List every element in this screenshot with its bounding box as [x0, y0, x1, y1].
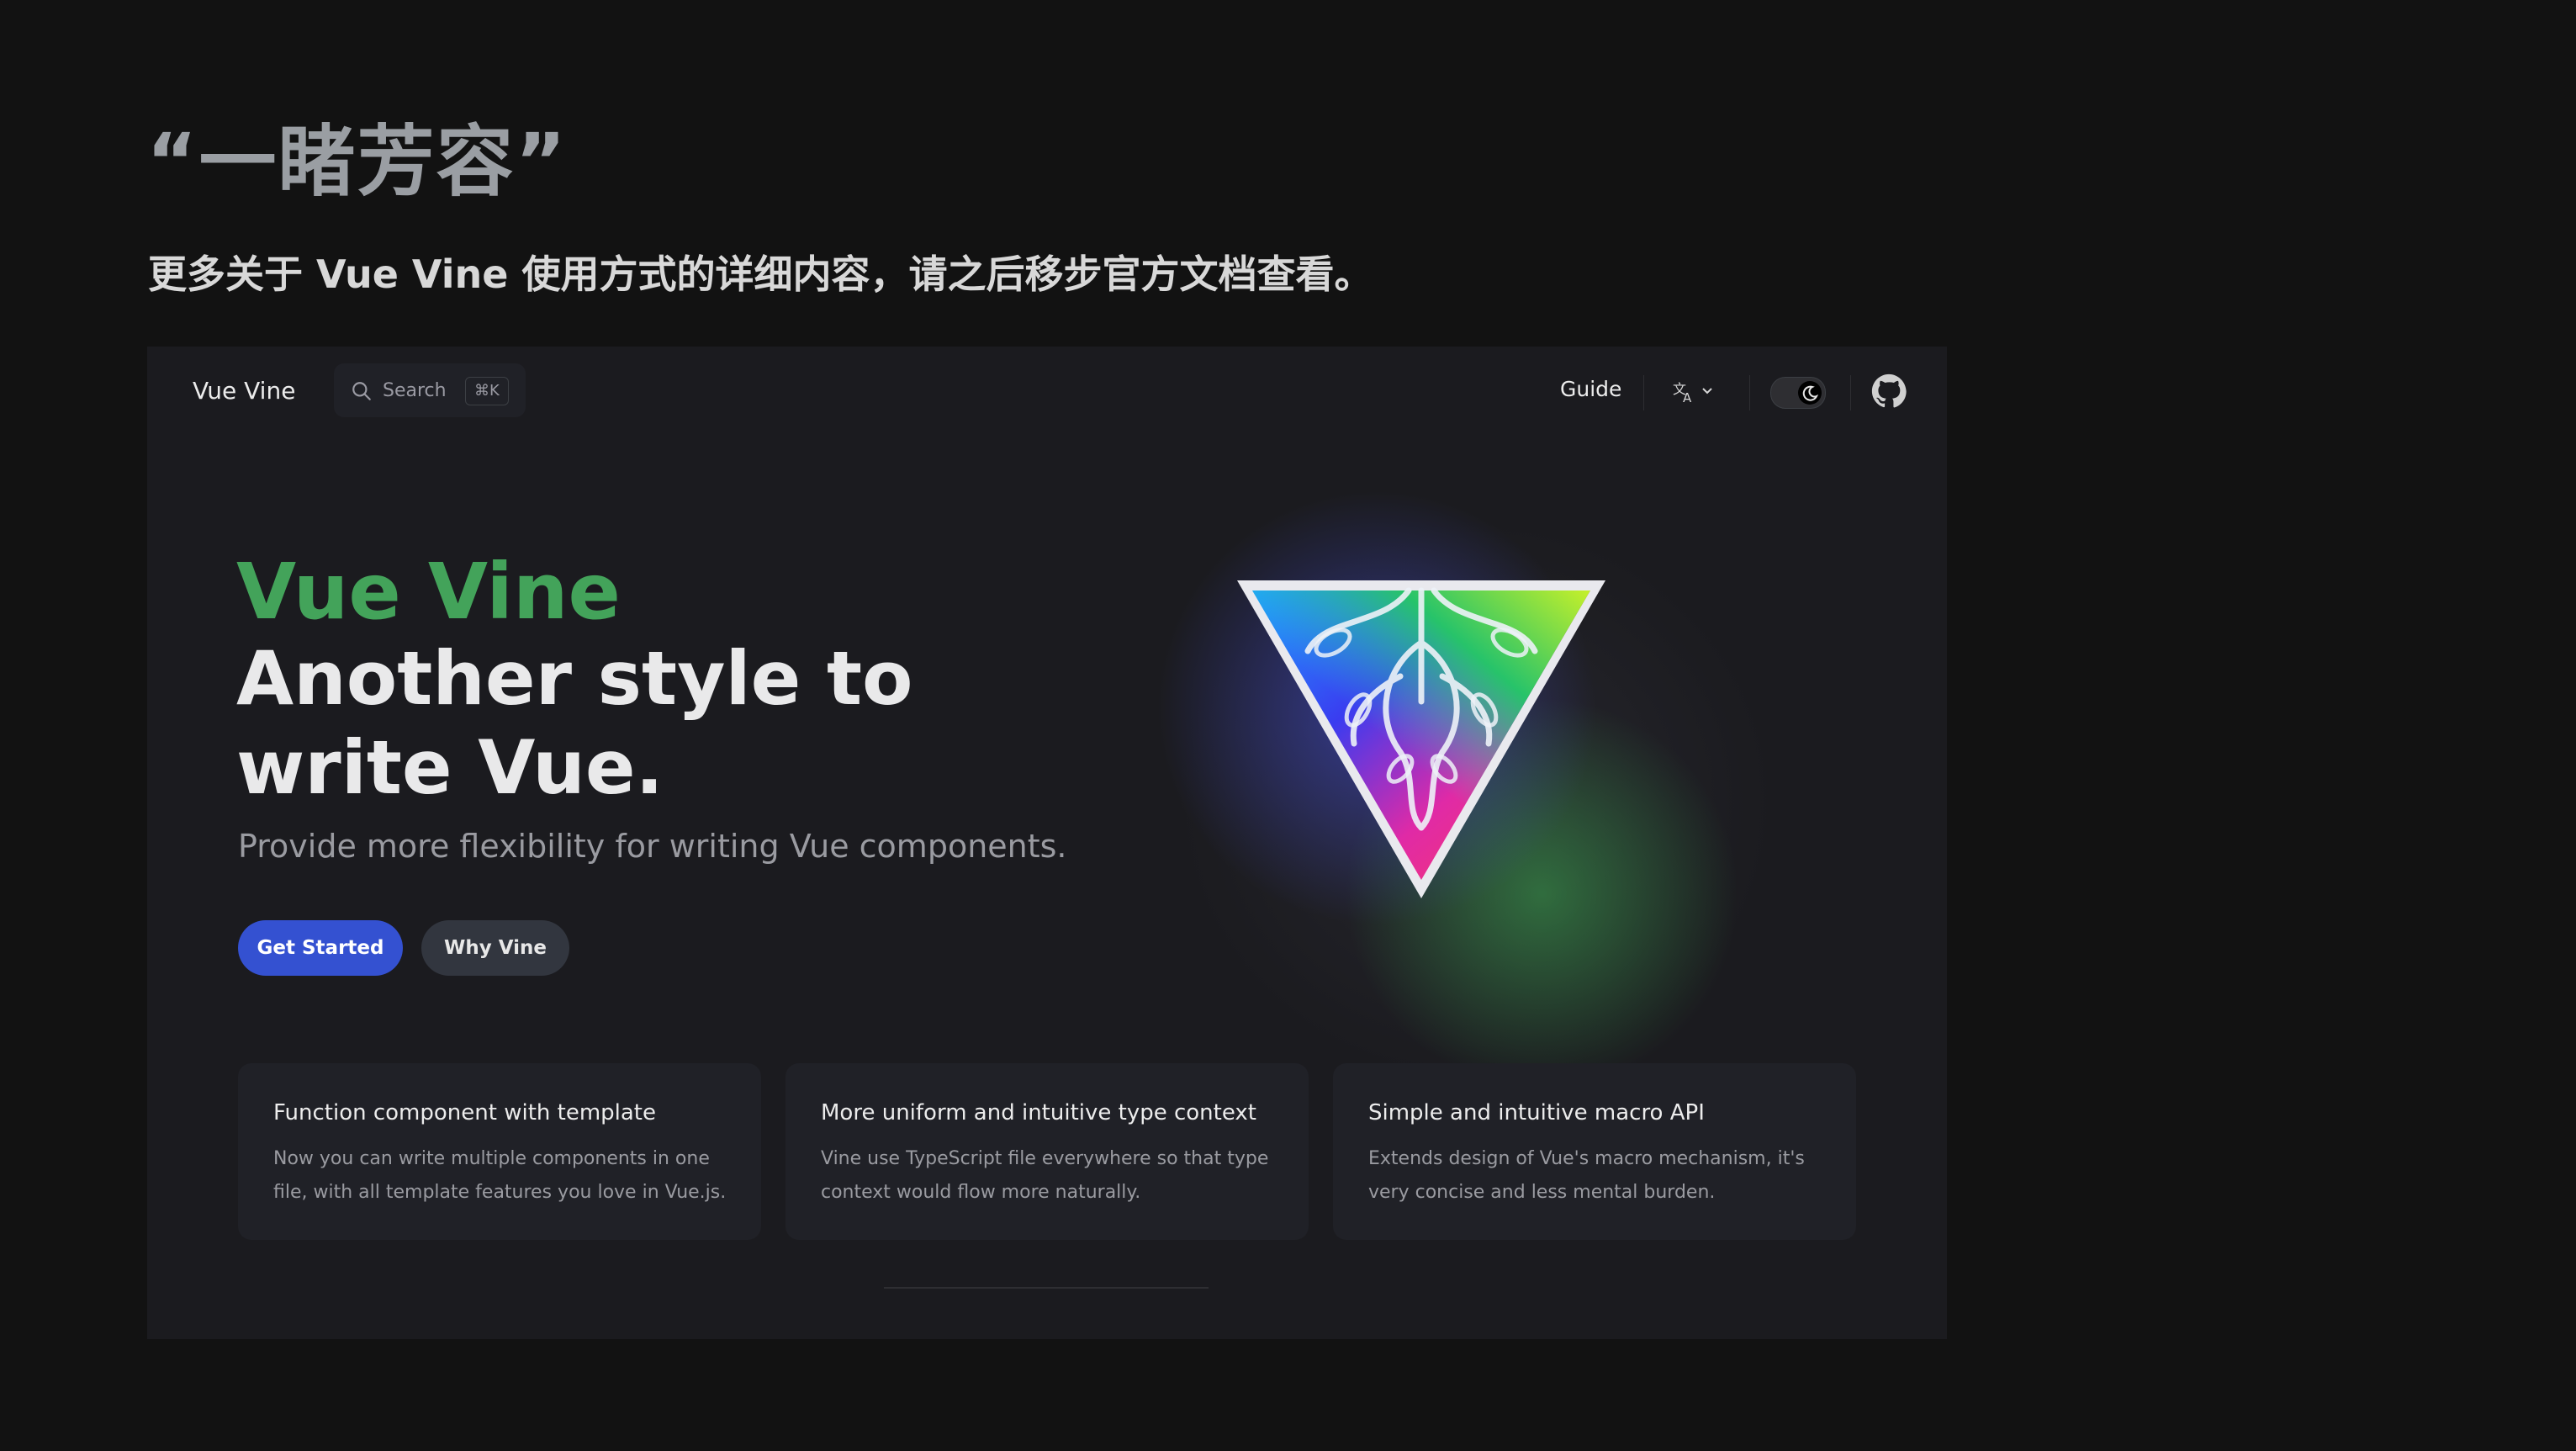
nav-link-guide[interactable]: Guide	[1560, 377, 1621, 401]
search-label: Search	[383, 380, 447, 401]
github-icon[interactable]	[1871, 373, 1907, 409]
slide-title: “一睹芳容”	[146, 117, 568, 207]
feature-title: Function component with template	[273, 1100, 656, 1125]
hero-text: Another style to write Vue.	[236, 635, 913, 811]
feature-card: Function component with template Now you…	[238, 1063, 761, 1240]
feature-card: More uniform and intuitive type context …	[785, 1063, 1309, 1240]
feature-card: Simple and intuitive macro API Extends d…	[1333, 1063, 1856, 1240]
website-screenshot: Vue Vine Search ⌘K Guide 文 A Vue Vine An…	[147, 347, 1947, 1339]
theme-toggle[interactable]	[1770, 377, 1826, 409]
translate-icon[interactable]: 文 A	[1671, 379, 1720, 404]
hero-name: Vue Vine	[236, 547, 621, 637]
vue-vine-logo	[1237, 580, 1605, 898]
feature-details: Now you can write multiple components in…	[273, 1148, 727, 1203]
feature-title: More uniform and intuitive type context	[821, 1100, 1256, 1125]
get-started-button[interactable]: Get Started	[238, 920, 403, 976]
moon-icon	[1798, 381, 1822, 405]
search-shortcut: ⌘K	[465, 377, 509, 405]
search-icon	[352, 382, 371, 400]
slide-subtitle: 更多关于 Vue Vine 使用方式的详细内容，请之后移步官方文档查看。	[148, 252, 1373, 297]
hero-tagline: Provide more flexibility for writing Vue…	[238, 828, 1067, 865]
nav-divider	[1643, 375, 1644, 410]
chevron-down-icon	[1702, 388, 1712, 395]
site-brand[interactable]: Vue Vine	[193, 377, 295, 405]
feature-details: Extends design of Vue's macro mechanism,…	[1368, 1148, 1805, 1203]
svg-text:A: A	[1683, 390, 1692, 404]
feature-title: Simple and intuitive macro API	[1368, 1100, 1705, 1125]
nav-divider	[1749, 375, 1750, 410]
footer-divider	[884, 1287, 1209, 1289]
nav-divider	[1850, 375, 1851, 410]
feature-details: Vine use TypeScript file everywhere so t…	[821, 1148, 1269, 1203]
search-button[interactable]: Search ⌘K	[334, 363, 526, 417]
why-vine-button[interactable]: Why Vine	[421, 920, 569, 976]
